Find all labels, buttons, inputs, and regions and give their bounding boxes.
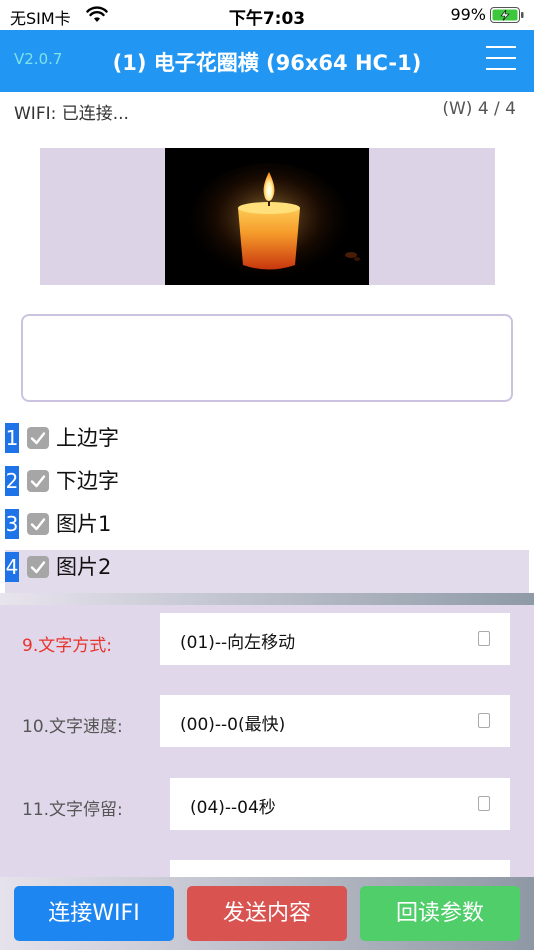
- battery-percent: 99%: [450, 5, 486, 24]
- text-pause-value: (04)--04秒: [190, 798, 276, 818]
- connect-wifi-button[interactable]: 连接WIFI: [14, 886, 174, 941]
- layer-row-2[interactable]: 2 下边字: [5, 464, 529, 507]
- checkbox-checked-icon[interactable]: [27, 427, 49, 449]
- layer-number: 1: [5, 423, 19, 453]
- text-mode-label: 9.文字方式:: [22, 636, 112, 656]
- dropdown-icon: [478, 713, 490, 728]
- layer-number: 4: [5, 552, 19, 582]
- text-mode-select[interactable]: (01)--向左移动: [160, 613, 510, 665]
- layer-row-1[interactable]: 1 上边字: [5, 421, 529, 464]
- status-bar: 无SIM卡 下午7:03 99%: [0, 0, 534, 30]
- layer-label: 下边字: [56, 469, 119, 493]
- layer-row-4[interactable]: 4 图片2: [5, 550, 529, 593]
- checkbox-checked-icon[interactable]: [27, 470, 49, 492]
- page-title: (1) 电子花圈横 (96x64 HC-1): [112, 51, 422, 75]
- layer-row-3[interactable]: 3 图片1: [5, 507, 529, 550]
- layer-label: 图片2: [56, 555, 112, 579]
- wifi-status-label: WIFI: 已连接...: [14, 104, 129, 124]
- settings-panel: 9.文字方式: (01)--向左移动 10.文字速度: (00)--0(最快) …: [0, 605, 534, 885]
- layer-label: 图片1: [56, 512, 112, 536]
- content-text-input[interactable]: [21, 314, 513, 402]
- text-speed-value: (00)--0(最快): [180, 715, 286, 735]
- section-divider: [0, 593, 534, 605]
- hamburger-menu-icon[interactable]: [486, 46, 518, 72]
- checkbox-checked-icon[interactable]: [27, 513, 49, 535]
- nav-bar: V2.0.7 (1) 电子花圈横 (96x64 HC-1): [0, 30, 534, 92]
- layer-number: 2: [5, 466, 19, 496]
- dropdown-icon: [478, 631, 490, 646]
- page-indicator: (W) 4 / 4: [442, 99, 516, 119]
- checkbox-checked-icon[interactable]: [27, 556, 49, 578]
- candle-image: [165, 148, 369, 285]
- send-content-button[interactable]: 发送内容: [187, 886, 347, 941]
- layer-number: 3: [5, 509, 19, 539]
- text-pause-label: 11.文字停留:: [22, 800, 123, 820]
- text-pause-select[interactable]: (04)--04秒: [170, 778, 510, 830]
- battery-charging-icon: [490, 7, 524, 23]
- layer-list: 1 上边字 2 下边字 3 图片1 4 图片2: [5, 421, 529, 593]
- dropdown-icon: [478, 796, 490, 811]
- text-speed-select[interactable]: (00)--0(最快): [160, 695, 510, 747]
- text-mode-value: (01)--向左移动: [180, 633, 296, 653]
- text-speed-label: 10.文字速度:: [22, 717, 123, 737]
- bottom-action-bar: 连接WIFI 发送内容 回读参数: [0, 877, 534, 950]
- read-params-button[interactable]: 回读参数: [360, 886, 520, 941]
- layer-label: 上边字: [56, 426, 119, 450]
